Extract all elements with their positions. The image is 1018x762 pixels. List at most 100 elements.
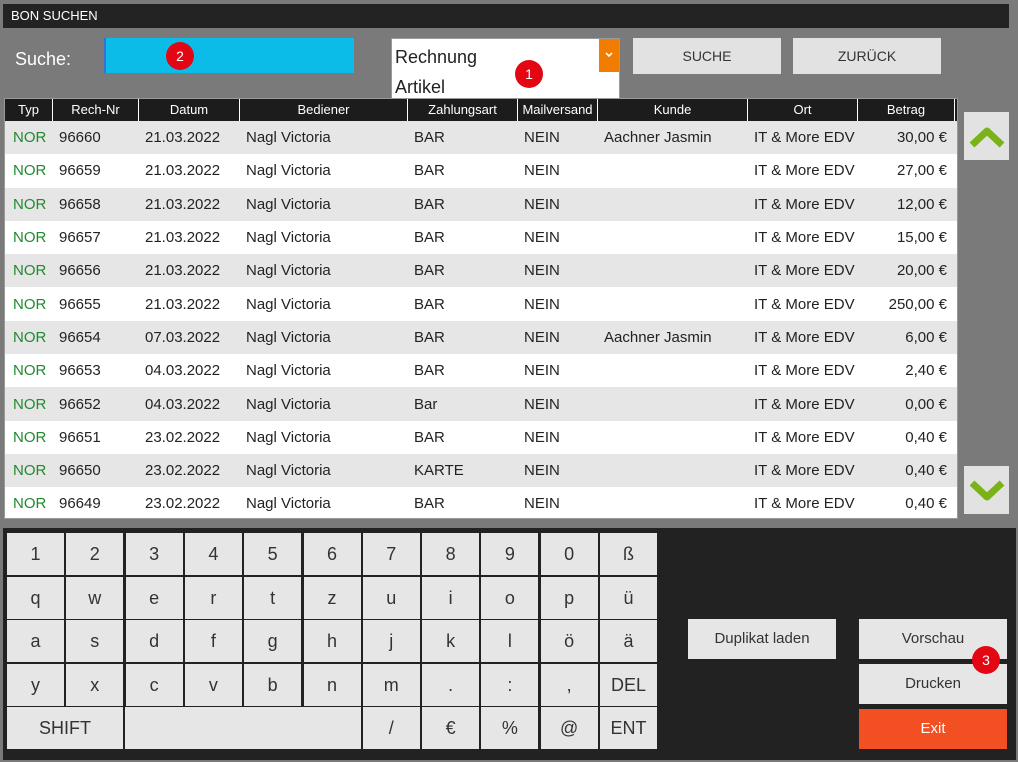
table-row[interactable]: NOR 96656 21.03.2022 Nagl Victoria BAR NEIN IT… <box>5 254 957 288</box>
key-4[interactable]: 4 <box>184 533 242 575</box>
key-ä[interactable]: ä <box>600 620 657 662</box>
key-delete[interactable]: DEL <box>600 663 657 706</box>
table-row[interactable]: NOR 96650 23.02.2022 Nagl Victoria KARTE NEIN… <box>5 453 957 488</box>
zurueck-button[interactable]: ZURÜCK <box>793 38 941 74</box>
key-shift[interactable]: SHIFT <box>7 707 123 749</box>
key-0[interactable]: 0 <box>540 533 598 575</box>
key-c[interactable]: c <box>125 663 183 706</box>
table-row[interactable]: NOR 96652 04.03.2022 Nagl Victoria Bar NEIN IT… <box>5 387 957 421</box>
key-f[interactable]: f <box>184 620 242 662</box>
chevron-down-icon[interactable] <box>599 39 619 72</box>
combo-option-artikel[interactable]: Artikel <box>395 77 445 98</box>
cell-ort: IT & More EDV <box>754 395 855 413</box>
table-row[interactable]: NOR 96660 21.03.2022 Nagl Victoria BAR NEIN Aa… <box>5 121 957 155</box>
key-y[interactable]: y <box>7 663 64 706</box>
key-2[interactable]: 2 <box>66 533 124 575</box>
scroll-down-button[interactable] <box>964 466 1009 514</box>
key-slash[interactable]: / <box>362 707 420 749</box>
column-header-bediener[interactable]: Bediener <box>240 99 408 121</box>
suche-button[interactable]: SUCHE <box>633 38 781 74</box>
search-input[interactable] <box>104 38 354 73</box>
cell-datum: 21.03.2022 <box>145 229 221 247</box>
column-header-betrag[interactable]: Betrag <box>858 99 955 121</box>
key-s[interactable]: s <box>66 620 124 662</box>
column-header-typ[interactable]: Typ <box>5 99 53 121</box>
search-type-combobox[interactable]: Rechnung Artikel <box>391 38 620 102</box>
key-w[interactable]: w <box>66 576 124 619</box>
table-row[interactable]: NOR 96655 21.03.2022 Nagl Victoria BAR NEIN IT… <box>5 287 957 320</box>
key-8[interactable]: 8 <box>422 533 480 575</box>
key-5[interactable]: 5 <box>244 533 302 575</box>
column-header-zahlungsart[interactable]: Zahlungsart <box>408 99 518 121</box>
key-n[interactable]: n <box>303 663 361 706</box>
table-row[interactable]: NOR 96658 21.03.2022 Nagl Victoria BAR NEIN IT… <box>5 187 957 221</box>
key-t[interactable]: t <box>244 576 302 619</box>
cell-bediener: Nagl Victoria <box>246 295 331 313</box>
column-header-ort[interactable]: Ort <box>748 99 858 121</box>
key-ö[interactable]: ö <box>540 620 598 662</box>
cell-bediener: Nagl Victoria <box>246 462 331 480</box>
key-o[interactable]: o <box>481 576 539 619</box>
key-a[interactable]: a <box>7 620 64 662</box>
table-row[interactable]: NOR 96654 07.03.2022 Nagl Victoria BAR NEIN A… <box>5 320 957 355</box>
cell-mailversand: NEIN <box>524 229 560 247</box>
table-row[interactable]: NOR 96657 21.03.2022 Nagl Victoria BAR NEIN IT… <box>5 221 957 254</box>
duplikat-laden-button[interactable]: Duplikat laden <box>688 619 836 659</box>
key-3[interactable]: 3 <box>125 533 183 575</box>
key-z[interactable]: z <box>303 576 361 619</box>
cell-ort: IT & More EDV <box>754 328 855 346</box>
key-i[interactable]: i <box>422 576 480 619</box>
key-,[interactable]: , <box>540 663 598 706</box>
key-h[interactable]: h <box>303 620 361 662</box>
cell-datum: 21.03.2022 <box>145 129 221 147</box>
key-q[interactable]: q <box>7 576 64 619</box>
key-.[interactable]: . <box>422 663 480 706</box>
key-r[interactable]: r <box>184 576 242 619</box>
cell-rechnr: 96649 <box>59 495 101 513</box>
cell-datum: 04.03.2022 <box>145 395 221 413</box>
combo-option-rechnung[interactable]: Rechnung <box>395 47 477 68</box>
key-9[interactable]: 9 <box>481 533 539 575</box>
key-7[interactable]: 7 <box>362 533 420 575</box>
key-enter[interactable]: ENT <box>600 707 657 749</box>
column-header-kunde[interactable]: Kunde <box>598 99 748 121</box>
search-label: Suche: <box>15 49 72 69</box>
exit-button[interactable]: Exit <box>859 709 1007 749</box>
key-space[interactable] <box>125 707 361 749</box>
table-row[interactable]: NOR 96649 23.02.2022 Nagl Victoria BAR NEIN IT… <box>5 487 957 518</box>
key-v[interactable]: v <box>184 663 242 706</box>
key-percent[interactable]: % <box>481 707 539 749</box>
column-header-rechnr[interactable]: Rech-Nr <box>53 99 139 121</box>
key-l[interactable]: l <box>481 620 539 662</box>
key-1[interactable]: 1 <box>7 533 64 575</box>
scroll-up-button[interactable] <box>964 112 1009 160</box>
key-g[interactable]: g <box>244 620 302 662</box>
key-:[interactable]: : <box>481 663 539 706</box>
table-body: NOR 96660 21.03.2022 Nagl Victoria BAR NEIN Aa… <box>5 121 957 518</box>
key-d[interactable]: d <box>125 620 183 662</box>
key-ß[interactable]: ß <box>600 533 657 575</box>
table-row[interactable]: NOR 96651 23.02.2022 Nagl Victoria BAR NEIN IT… <box>5 421 957 454</box>
key-x[interactable]: x <box>66 663 124 706</box>
key-m[interactable]: m <box>362 663 420 706</box>
key-k[interactable]: k <box>422 620 480 662</box>
column-header-mailversand[interactable]: Mailversand <box>518 99 598 121</box>
cell-datum: 21.03.2022 <box>145 295 221 313</box>
key-p[interactable]: p <box>540 576 598 619</box>
key-u[interactable]: u <box>362 576 420 619</box>
cell-mailversand: NEIN <box>524 428 560 446</box>
key-b[interactable]: b <box>244 663 302 706</box>
key-e[interactable]: e <box>125 576 183 619</box>
chevron-down-icon <box>969 480 1004 501</box>
key-euro[interactable]: € <box>422 707 480 749</box>
cell-datum: 23.02.2022 <box>145 495 221 513</box>
table-row[interactable]: NOR 96653 04.03.2022 Nagl Victoria BAR NEIN IT… <box>5 354 957 387</box>
table-row[interactable]: NOR 96659 21.03.2022 Nagl Victoria BAR NEIN IT… <box>5 154 957 187</box>
key-6[interactable]: 6 <box>303 533 361 575</box>
key-j[interactable]: j <box>362 620 420 662</box>
column-header-datum[interactable]: Datum <box>139 99 240 121</box>
key-ü[interactable]: ü <box>600 576 657 619</box>
key-at[interactable]: @ <box>540 707 598 749</box>
cell-typ: NOR <box>13 495 47 513</box>
cell-datum: 21.03.2022 <box>145 262 221 280</box>
